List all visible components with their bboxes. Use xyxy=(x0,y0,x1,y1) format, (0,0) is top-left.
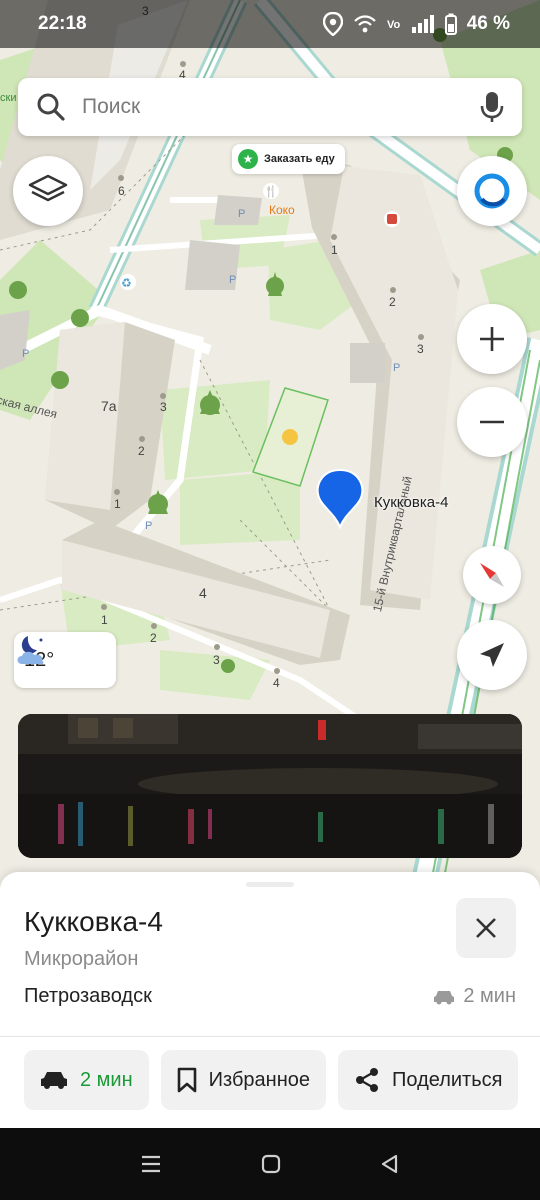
my-location-button[interactable] xyxy=(457,620,527,690)
route-label: 2 мин xyxy=(80,1068,133,1091)
star-icon: ★ xyxy=(238,149,258,169)
action-row: 2 мин Избранное Поделиться xyxy=(24,1050,519,1110)
battery-level: 46 % xyxy=(466,13,510,34)
street-photo-image xyxy=(18,714,522,858)
poi-label-koko[interactable]: Коко xyxy=(269,203,295,217)
back-icon[interactable] xyxy=(380,1154,400,1174)
system-nav-bar xyxy=(0,1128,540,1200)
svg-text:P: P xyxy=(238,208,245,220)
route-button[interactable]: 2 мин xyxy=(24,1050,149,1110)
layers-icon xyxy=(28,174,68,202)
assistant-button[interactable] xyxy=(457,156,527,226)
minus-icon xyxy=(480,420,504,424)
close-icon xyxy=(476,918,496,938)
signal-icon xyxy=(411,15,434,33)
status-time: 22:18 xyxy=(38,13,87,34)
car-icon xyxy=(434,990,455,1004)
house-number: 1 xyxy=(114,497,121,511)
house-number: 3 xyxy=(160,400,167,414)
svg-text:P: P xyxy=(145,520,152,532)
street-view-photo[interactable] xyxy=(18,714,522,858)
location-icon xyxy=(322,12,343,36)
svg-text:♻: ♻ xyxy=(121,276,132,290)
poi-label: ски xyxy=(0,92,17,104)
search-bar[interactable]: Поиск xyxy=(18,78,522,136)
search-icon xyxy=(37,93,65,121)
building-label: 4 xyxy=(199,585,207,601)
favorites-button[interactable]: Избранное xyxy=(160,1050,327,1110)
compass-icon xyxy=(480,563,504,587)
compass-button[interactable] xyxy=(463,546,521,604)
zoom-in-button[interactable] xyxy=(457,304,527,374)
pin-label: Кукковка-4 xyxy=(374,494,449,511)
house-number: 3 xyxy=(213,653,220,667)
location-pin xyxy=(316,468,364,530)
night-cloud-icon xyxy=(17,636,44,664)
share-label: Поделиться xyxy=(392,1068,503,1091)
house-number: 2 xyxy=(138,444,145,458)
bookmark-icon xyxy=(177,1067,196,1093)
screen: P P P P P ♻ 3 4 xyxy=(0,0,540,1200)
zoom-out-button[interactable] xyxy=(457,387,527,457)
place-city: Петрозаводск xyxy=(24,985,152,1007)
place-title: Кукковка-4 xyxy=(24,906,163,937)
share-button[interactable]: Поделиться xyxy=(338,1050,519,1110)
volte-icon: Vo xyxy=(387,19,401,31)
eta-text: 2 мин xyxy=(463,985,516,1007)
svg-text:P: P xyxy=(229,274,236,286)
home-icon[interactable] xyxy=(261,1154,281,1174)
svg-text:P: P xyxy=(22,348,29,360)
place-type: Микрорайон xyxy=(24,948,139,970)
status-bar: 22:18 Vo 46 % xyxy=(0,0,540,48)
assistant-icon xyxy=(474,173,510,209)
house-number: 3 xyxy=(417,342,424,356)
food-order-label: Заказать еду xyxy=(264,153,335,165)
microphone-icon[interactable] xyxy=(480,91,504,123)
building-label: 7а xyxy=(101,398,117,414)
house-number: 4 xyxy=(273,676,280,690)
car-icon xyxy=(41,1072,67,1089)
favorites-label: Избранное xyxy=(208,1068,311,1091)
plus-icon xyxy=(480,327,504,351)
wifi-icon xyxy=(353,15,376,33)
house-number: 2 xyxy=(389,295,396,309)
restaurant-icon[interactable]: 🍴 xyxy=(263,183,279,199)
house-number: 1 xyxy=(101,613,108,627)
svg-text:P: P xyxy=(393,362,400,374)
place-eta: 2 мин xyxy=(433,985,516,1008)
layers-button[interactable] xyxy=(13,156,83,226)
house-number: 1 xyxy=(331,243,338,257)
food-order-chip[interactable]: ★ Заказать еду xyxy=(232,144,345,174)
recent-apps-icon[interactable] xyxy=(140,1155,162,1173)
house-number: 2 xyxy=(150,631,157,645)
navigation-arrow-icon xyxy=(480,643,504,667)
battery-icon xyxy=(444,13,457,35)
place-card[interactable]: Кукковка-4 Микрорайон Петрозаводск 2 мин… xyxy=(0,872,540,1128)
svg-text:Vo: Vo xyxy=(387,19,401,31)
search-input[interactable]: Поиск xyxy=(82,95,480,119)
share-icon xyxy=(356,1068,379,1092)
close-button[interactable] xyxy=(456,898,516,958)
divider xyxy=(0,1036,540,1037)
sheet-handle[interactable] xyxy=(246,882,294,887)
weather-widget[interactable]: 12° xyxy=(14,632,116,688)
status-right: Vo 46 % xyxy=(322,12,510,36)
house-number: 6 xyxy=(118,184,125,198)
